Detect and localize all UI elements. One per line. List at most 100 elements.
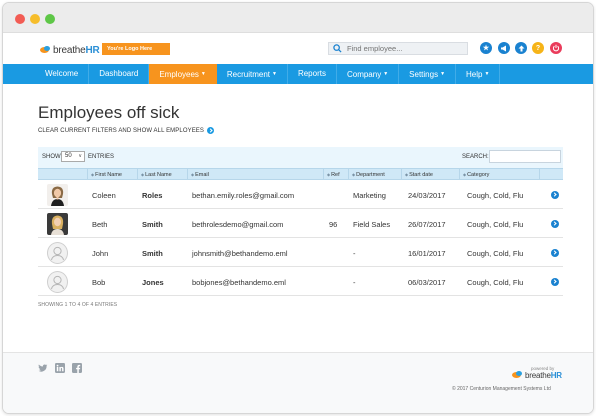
start-date: 06/03/2017 [408,278,446,287]
logo-prefix: breathe [53,44,86,56]
twitter-icon[interactable] [38,363,48,373]
table-row[interactable]: John Smith johnsmith@bethandemo.eml - 16… [38,239,563,267]
app-header: breatheHR You're Logo Here ★ ? [3,33,593,64]
employee-avatar [47,184,68,206]
footer-breathehr-logo[interactable]: breatheHR [512,371,562,380]
first-name: Beth [92,220,108,229]
maximize-window-button[interactable] [45,14,55,24]
nav-employees[interactable]: Employees ▼ [149,64,217,84]
sort-icon: ◆ [141,172,145,177]
email: bobjones@bethandemo.eml [192,278,286,287]
entries-label: ENTRIES [88,154,115,160]
caret-down-icon: ▼ [440,71,446,77]
minimize-window-button[interactable] [30,14,40,24]
close-window-button[interactable] [15,14,25,24]
employee-search-input[interactable] [347,44,462,53]
breathehr-logo-icon [40,45,51,55]
department: - [353,249,356,258]
first-name: Bob [92,278,106,287]
table-search-label: SEARCH: [462,154,489,160]
column-department[interactable]: ◆Department [348,169,401,180]
linkedin-icon[interactable] [55,363,65,373]
view-employee-button[interactable] [551,191,559,199]
start-date: 24/03/2017 [408,191,446,200]
main-content: Employees off sick CLEAR CURRENT FILTERS… [3,84,593,352]
department: Field Sales [353,220,391,229]
nav-dashboard[interactable]: Dashboard [89,64,150,84]
help-icon[interactable]: ? [532,42,544,54]
nav-help[interactable]: Help ▼ [456,64,501,84]
last-name: Jones [142,278,164,287]
category: Cough, Cold, Flu [467,249,524,258]
employee-photo-icon [47,213,68,235]
view-employee-button[interactable] [551,278,559,286]
avatar-placeholder-icon [51,246,64,261]
table-search-input[interactable] [489,150,561,163]
chevron-down-icon: ∨ [78,153,82,159]
view-employee-button[interactable] [551,220,559,228]
table-info: SHOWING 1 TO 4 OF 4 ENTRIES [38,302,118,308]
department: - [353,278,356,287]
view-employee-button[interactable] [551,249,559,257]
entries-per-page-select[interactable]: 50 ∨ [61,151,85,162]
sort-icon: ◆ [405,172,409,177]
nav-company[interactable]: Company ▼ [337,64,400,84]
column-first-name[interactable]: ◆First Name [87,169,137,180]
upload-icon[interactable] [515,42,527,54]
employee-avatar [47,213,68,235]
sort-icon: ◆ [191,172,195,177]
start-date: 26/07/2017 [408,220,446,229]
table-header: ◆First Name ◆Last Name ◆Email ◆Ref ◆Depa… [38,168,563,180]
caret-down-icon: ▼ [200,71,206,77]
table-row[interactable]: Coleen Roles bethan.emily.roles@gmail.co… [38,181,563,209]
search-icon [333,44,342,53]
megaphone-icon[interactable] [498,42,510,54]
breathehr-logo[interactable]: breatheHR [40,43,100,57]
category: Cough, Cold, Flu [467,191,524,200]
table-row[interactable]: Beth Smith bethrolesdemo@gmail.com 96 Fi… [38,210,563,238]
employee-avatar [47,271,68,293]
column-email[interactable]: ◆Email [187,169,323,180]
email: johnsmith@bethandemo.eml [192,249,288,258]
department: Marketing [353,191,386,200]
caret-down-icon: ▼ [383,71,389,77]
page-title: Employees off sick [38,103,180,122]
table-controls: SHOW 50 ∨ ENTRIES SEARCH: [38,147,563,168]
nav-welcome[interactable]: Welcome [35,64,90,84]
caret-down-icon: ▼ [272,71,277,77]
breathehr-logo-icon [512,371,523,380]
app-window: breatheHR You're Logo Here ★ ? Welcome D… [2,2,594,414]
caret-down-icon: ▼ [484,71,490,77]
sort-icon: ◆ [463,172,467,177]
sort-icon: ◆ [352,172,356,177]
power-icon[interactable] [550,42,562,54]
first-name: John [92,249,109,258]
column-last-name[interactable]: ◆Last Name [137,169,187,180]
email: bethrolesdemo@gmail.com [192,220,284,229]
column-actions [539,169,563,180]
table-row[interactable]: Bob Jones bobjones@bethandemo.eml - 06/0… [38,268,563,296]
company-logo-placeholder[interactable]: You're Logo Here [102,43,170,55]
sort-icon: ◆ [327,172,331,177]
employee-avatar [47,242,68,264]
show-label: SHOW [42,154,61,160]
window-titlebar [3,3,593,33]
employee-search[interactable] [328,42,468,55]
copyright-text: © 2017 Centurion Management Systems Ltd [452,386,551,392]
main-nav: Welcome Dashboard Employees ▼ Recruitment… [3,64,593,84]
nav-settings[interactable]: Settings ▼ [399,64,457,84]
clear-filters-link[interactable]: CLEAR CURRENT FILTERS AND SHOW ALL EMPLO… [38,127,214,134]
star-icon[interactable]: ★ [480,42,492,54]
nav-reports[interactable]: Reports [288,64,337,84]
last-name: Smith [142,220,163,229]
employee-photo-icon [47,184,68,206]
facebook-icon[interactable] [72,363,82,373]
column-ref[interactable]: ◆Ref [323,169,348,180]
last-name: Roles [142,191,163,200]
nav-recruitment[interactable]: Recruitment ▼ [217,64,288,84]
column-start-date[interactable]: ◆Start date [401,169,459,180]
app-footer: powered by breatheHR © 2017 Centurion Ma… [3,352,593,413]
sort-icon: ◆ [91,172,95,177]
column-category[interactable]: ◆Category [459,169,539,180]
category: Cough, Cold, Flu [467,278,524,287]
